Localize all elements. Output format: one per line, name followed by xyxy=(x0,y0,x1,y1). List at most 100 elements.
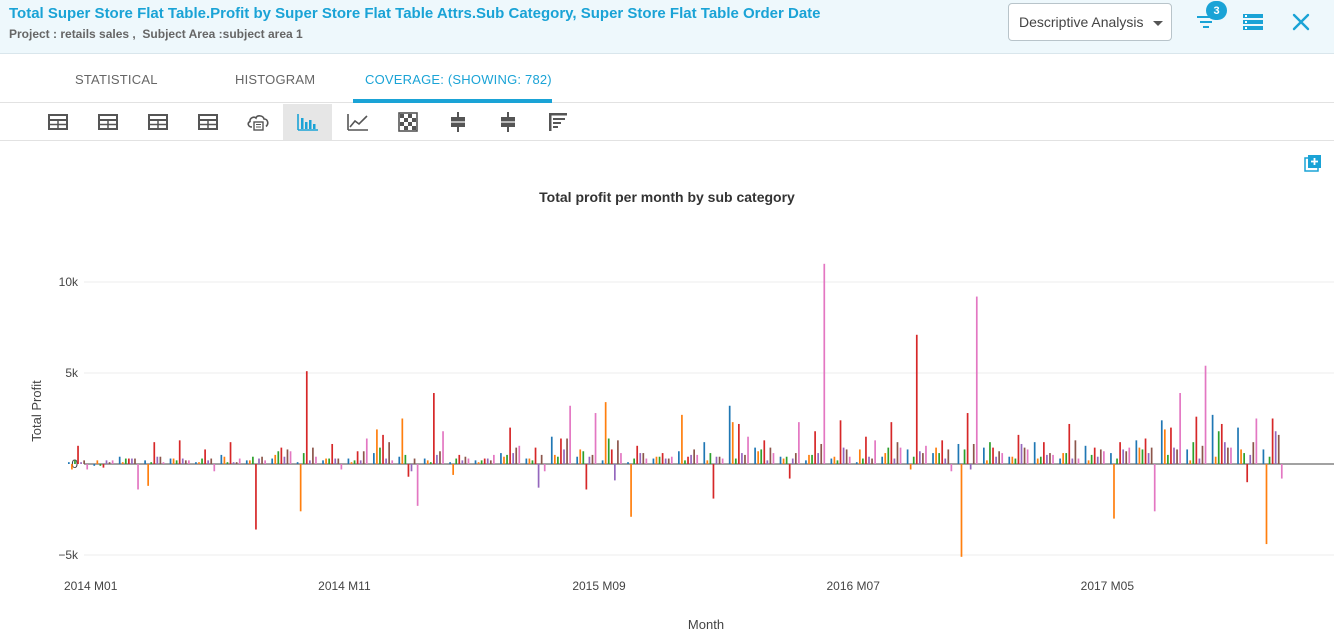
profit-bar[interactable] xyxy=(525,458,528,464)
profit-bar[interactable] xyxy=(493,454,495,464)
profit-bar[interactable] xyxy=(404,454,407,464)
profit-bar[interactable] xyxy=(1068,423,1071,464)
profit-bar[interactable] xyxy=(899,447,902,464)
profit-bar[interactable] xyxy=(207,460,210,464)
profit-bar[interactable] xyxy=(111,460,114,464)
profit-bar[interactable] xyxy=(376,429,378,464)
profit-bar[interactable] xyxy=(1211,414,1214,464)
profit-bar[interactable] xyxy=(204,449,206,464)
profit-bar[interactable] xyxy=(1160,420,1163,464)
profit-bar[interactable] xyxy=(591,454,594,464)
profit-bar[interactable] xyxy=(1125,451,1128,464)
profit-bar[interactable] xyxy=(518,445,521,464)
profit-bar[interactable] xyxy=(932,453,934,464)
profit-bar[interactable] xyxy=(658,456,661,464)
profit-bar[interactable] xyxy=(986,460,988,464)
profit-bar[interactable] xyxy=(731,422,734,464)
profit-bar[interactable] xyxy=(972,443,975,464)
profit-bar[interactable] xyxy=(794,453,797,464)
profit-bar[interactable] xyxy=(1014,458,1017,464)
list-icon[interactable] xyxy=(1242,12,1264,32)
profit-bar[interactable] xyxy=(426,460,429,464)
profit-bar[interactable] xyxy=(925,445,927,464)
profit-bar[interactable] xyxy=(652,458,655,464)
cloud-view-button[interactable] xyxy=(233,104,282,140)
profit-bar[interactable] xyxy=(350,462,353,464)
profit-bar[interactable] xyxy=(791,458,794,464)
profit-bar[interactable] xyxy=(201,458,203,464)
profit-bar[interactable] xyxy=(537,464,540,488)
bar-chart-view-button[interactable] xyxy=(283,104,332,140)
profit-bar[interactable] xyxy=(687,456,689,464)
profit-bar[interactable] xyxy=(557,456,559,464)
profit-bar[interactable] xyxy=(289,451,292,464)
profit-bar[interactable] xyxy=(382,434,384,464)
profit-bar[interactable] xyxy=(747,436,749,464)
profit-bar[interactable] xyxy=(915,334,918,464)
profit-bar[interactable] xyxy=(1147,453,1150,464)
profit-bar[interactable] xyxy=(957,443,960,464)
profit-bar[interactable] xyxy=(969,464,972,470)
profit-bar[interactable] xyxy=(1192,442,1195,464)
profit-bar[interactable] xyxy=(862,458,864,464)
profit-bar[interactable] xyxy=(486,458,489,464)
box-plot-view-button[interactable] xyxy=(433,104,482,140)
profit-bar[interactable] xyxy=(763,440,766,464)
profit-bar[interactable] xyxy=(769,447,772,464)
profit-bar[interactable] xyxy=(655,456,658,464)
profit-bar[interactable] xyxy=(667,458,670,464)
profit-bar[interactable] xyxy=(280,447,283,464)
profit-bar[interactable] xyxy=(950,464,953,472)
profit-bar[interactable] xyxy=(302,453,305,464)
profit-bar[interactable] xyxy=(563,449,565,464)
profit-bar[interactable] xyxy=(613,464,616,481)
profit-bar[interactable] xyxy=(1214,456,1217,464)
profit-bar[interactable] xyxy=(1062,453,1065,464)
profit-bar[interactable] xyxy=(531,460,534,464)
profit-bar[interactable] xyxy=(811,454,813,464)
profit-bar[interactable] xyxy=(706,460,709,464)
profit-bar[interactable] xyxy=(896,442,899,464)
profit-bar[interactable] xyxy=(238,458,241,464)
profit-bar[interactable] xyxy=(1173,447,1175,464)
profit-bar[interactable] xyxy=(1243,453,1245,464)
profit-bar[interactable] xyxy=(178,440,181,464)
profit-bar[interactable] xyxy=(315,456,317,464)
profit-bar[interactable] xyxy=(80,462,82,464)
profit-bar[interactable] xyxy=(506,454,508,464)
profit-bar[interactable] xyxy=(744,454,746,464)
profit-bar[interactable] xyxy=(874,440,876,464)
profit-bar[interactable] xyxy=(1039,456,1042,464)
profit-bar[interactable] xyxy=(308,460,311,464)
profit-bar[interactable] xyxy=(947,449,950,464)
profit-bar[interactable] xyxy=(1144,438,1147,464)
profit-bar[interactable] xyxy=(1049,453,1051,464)
profit-bar[interactable] xyxy=(147,464,150,486)
profit-bar[interactable] xyxy=(461,460,464,464)
profit-bar[interactable] xyxy=(1023,447,1026,464)
profit-bar[interactable] xyxy=(71,464,73,470)
profit-bar[interactable] xyxy=(576,456,579,464)
profit-bar[interactable] xyxy=(210,458,213,464)
profit-bar[interactable] xyxy=(1246,464,1249,483)
profit-bar[interactable] xyxy=(836,460,839,464)
profit-bar[interactable] xyxy=(175,460,178,464)
profit-bar[interactable] xyxy=(261,456,263,464)
profit-bar[interactable] xyxy=(728,405,731,464)
profit-bar[interactable] xyxy=(1103,451,1105,464)
profit-bar[interactable] xyxy=(96,460,99,464)
profit-bar[interactable] xyxy=(690,454,692,464)
profit-bar[interactable] xyxy=(805,460,807,464)
profit-bar[interactable] xyxy=(245,460,248,464)
profit-bar[interactable] xyxy=(772,453,775,464)
profit-bar[interactable] xyxy=(105,460,108,464)
profit-bar[interactable] xyxy=(305,371,308,464)
profit-bar[interactable] xyxy=(1017,434,1020,464)
profit-bar[interactable] xyxy=(1280,464,1283,479)
profit-bar[interactable] xyxy=(534,447,537,464)
profit-bar[interactable] xyxy=(509,427,511,464)
profit-bar[interactable] xyxy=(842,447,845,464)
profit-bar[interactable] xyxy=(128,458,130,464)
profit-bar[interactable] xyxy=(848,456,851,464)
profit-bar[interactable] xyxy=(1046,454,1048,464)
